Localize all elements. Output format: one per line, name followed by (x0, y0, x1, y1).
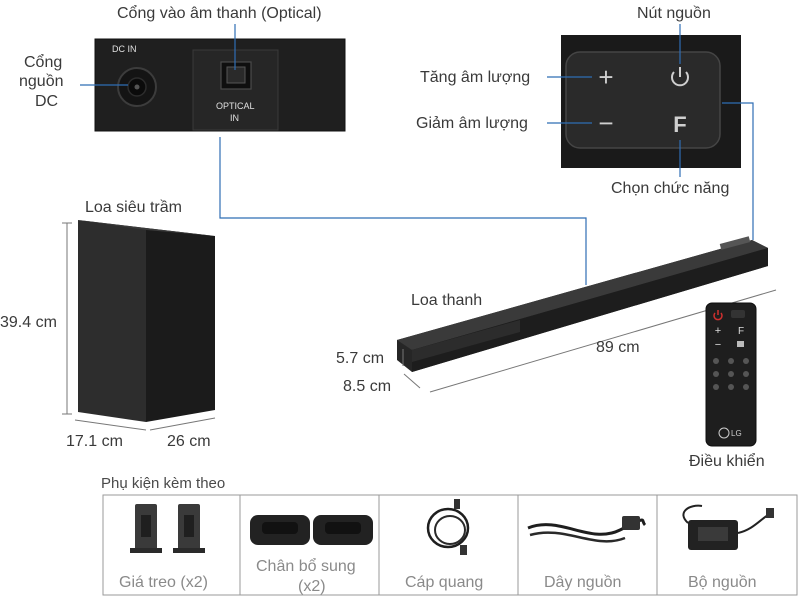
accessory-label-1b: (x2) (298, 578, 326, 595)
wall-bracket-image (130, 504, 205, 553)
power-adapter-image (682, 504, 774, 550)
dim-bar-width-label: 89 cm (596, 339, 640, 356)
callout-dc-line1: Cổng (24, 53, 62, 71)
back-panel-closeup: DC IN OPTICAL IN (94, 38, 346, 132)
volume-down-button[interactable]: − (598, 108, 613, 138)
dim-sub-depth-label: 26 cm (167, 433, 211, 450)
remote-minus: − (715, 339, 721, 351)
callout-dc-line2: nguồn (19, 73, 64, 90)
subwoofer (78, 220, 215, 422)
leader-backpanel-to-bar (219, 137, 587, 285)
callout-power: Nút nguồn (637, 5, 711, 22)
dim-bar-depth (403, 373, 421, 389)
accessory-label-4: Bộ nguồn (688, 574, 757, 591)
control-panel-closeup: + − F (561, 35, 741, 168)
volume-up-button[interactable]: + (598, 62, 613, 92)
accessory-label-2: Cáp quang (405, 574, 483, 591)
optical-port (220, 61, 252, 90)
remote-brand: LG (731, 429, 742, 438)
remote-plus: + (715, 325, 721, 337)
accessory-label-3: Dây nguồn (544, 574, 621, 591)
remote-mute-icon (737, 341, 744, 347)
function-button[interactable]: F (673, 112, 686, 137)
product-diagram: DC IN OPTICAL IN Cổng vào âm thanh (Opti… (0, 4, 798, 596)
accessories-title: Phụ kiện kèm theo (101, 475, 225, 492)
dc-port (117, 67, 157, 107)
optical-label-line1: OPTICAL (216, 101, 255, 111)
dim-sub-width (74, 419, 147, 431)
remote-f: F (738, 326, 744, 337)
callout-vol-up: Tăng âm lượng (420, 69, 530, 86)
accessory-label-1: Chân bổ sung (256, 557, 356, 575)
optical-cable-image (426, 499, 470, 555)
callout-subwoofer: Loa siêu trầm (85, 199, 182, 216)
callout-dc-line3: DC (35, 93, 58, 110)
dim-bar-height-label: 5.7 cm (336, 350, 384, 367)
dim-sub-width-label: 17.1 cm (66, 433, 123, 450)
callout-optical: Cổng vào âm thanh (Optical) (117, 4, 322, 22)
dc-badge: DC IN (112, 44, 137, 54)
callout-vol-down: Giảm âm lượng (416, 115, 528, 132)
callout-soundbar: Loa thanh (411, 292, 482, 309)
callout-function: Chọn chức năng (611, 180, 729, 197)
optical-label-line2: IN (230, 113, 239, 123)
dim-sub-depth (149, 417, 216, 431)
callout-remote: Điều khiển (689, 452, 765, 470)
power-cord-image (527, 516, 647, 543)
extra-feet-image (250, 515, 373, 545)
dim-sub-height-label: 39.4 cm (0, 314, 57, 331)
accessory-label-0: Giá treo (x2) (119, 574, 208, 591)
dim-bar-depth-label: 8.5 cm (343, 378, 391, 395)
remote-control: + F − LG (705, 302, 757, 447)
